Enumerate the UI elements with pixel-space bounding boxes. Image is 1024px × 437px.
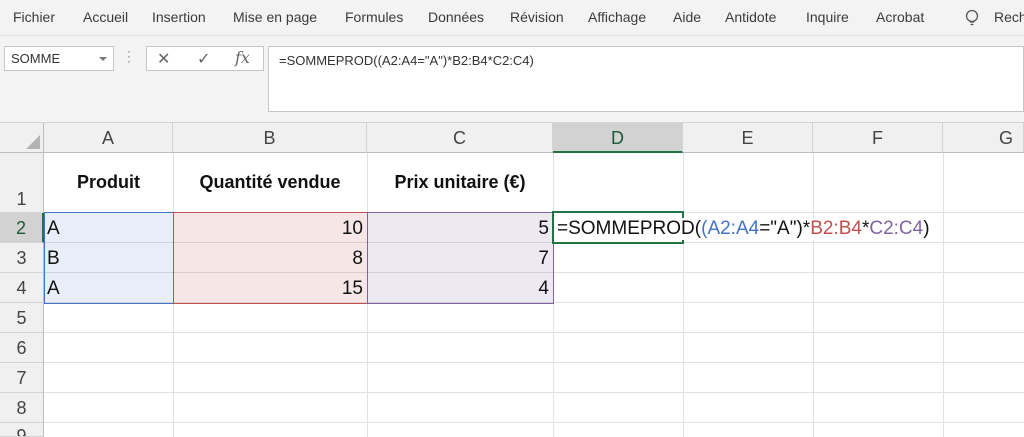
formula-text: =SOMMEPROD( xyxy=(557,218,702,239)
row-header-9[interactable]: 9 xyxy=(0,423,44,437)
gridline xyxy=(44,332,1024,333)
select-all-corner[interactable] xyxy=(0,123,44,153)
enter-check-icon[interactable]: ✓ xyxy=(197,49,210,69)
column-header-e[interactable]: E xyxy=(683,123,813,153)
formula-input[interactable]: =SOMMEPROD((A2:A4="A")*B2:B4*C2:C4) xyxy=(268,46,1024,112)
row-header-7[interactable]: 7 xyxy=(0,363,44,393)
tab-accueil[interactable]: Accueil xyxy=(83,9,128,25)
cell-c3[interactable]: 7 xyxy=(367,248,549,270)
gridline xyxy=(44,422,1024,423)
cell-b2[interactable]: 10 xyxy=(173,218,363,240)
name-box[interactable]: SOMME xyxy=(4,46,114,71)
tab-antidote[interactable]: Antidote xyxy=(725,9,776,25)
cell-c1[interactable]: Prix unitaire (€) xyxy=(367,172,553,193)
formula-ref-c: C2:C4 xyxy=(869,218,924,239)
tab-aide[interactable]: Aide xyxy=(673,9,701,25)
cell-b4[interactable]: 15 xyxy=(173,278,363,300)
search-box-label[interactable]: Rech xyxy=(994,9,1024,25)
name-box-value: SOMME xyxy=(11,51,61,66)
row-header-6[interactable]: 6 xyxy=(0,333,44,363)
gridline xyxy=(943,153,944,437)
formula-ref-a: A2:A4 xyxy=(707,218,760,239)
column-header-f[interactable]: F xyxy=(813,123,943,153)
cell-c2[interactable]: 5 xyxy=(367,218,549,240)
column-header-g[interactable]: G xyxy=(943,123,1024,153)
tab-revision[interactable]: Révision xyxy=(510,9,564,25)
row-header-8[interactable]: 8 xyxy=(0,393,44,423)
tab-affichage[interactable]: Affichage xyxy=(588,9,646,25)
cell-a3[interactable]: B xyxy=(47,248,60,270)
cancel-icon[interactable]: ✕ xyxy=(157,49,170,69)
cell-d2-edit-formula[interactable]: =SOMMEPROD((A2:A4="A")*B2:B4*C2:C4) xyxy=(557,218,936,240)
cell-a1[interactable]: Produit xyxy=(44,172,173,193)
column-header-c[interactable]: C xyxy=(367,123,553,153)
cell-c4[interactable]: 4 xyxy=(367,278,549,300)
column-header-a[interactable]: A xyxy=(44,123,173,153)
formula-buttons: ✕ ✓ fx xyxy=(146,46,264,71)
row-header-1[interactable]: 1 xyxy=(0,153,44,213)
tab-fichier[interactable]: Fichier xyxy=(13,9,55,25)
column-header-b[interactable]: B xyxy=(173,123,367,153)
ribbon-tabs-bar: Fichier Accueil Insertion Mise en page F… xyxy=(0,0,1024,36)
gridline xyxy=(683,153,684,437)
tab-inquire[interactable]: Inquire xyxy=(806,9,849,25)
cell-a4[interactable]: A xyxy=(47,278,60,300)
row-header-4[interactable]: 4 xyxy=(0,273,44,303)
range-highlight-a2-a4 xyxy=(44,212,174,304)
gridline xyxy=(44,392,1024,393)
gridline xyxy=(44,362,1024,363)
formula-text: ="A")* xyxy=(759,218,811,239)
formula-ref-b: B2:B4 xyxy=(810,218,862,239)
lightbulb-search-icon[interactable] xyxy=(962,8,982,28)
cell-b1[interactable]: Quantité vendue xyxy=(173,172,367,193)
tab-insertion[interactable]: Insertion xyxy=(152,9,206,25)
row-header-2[interactable]: 2 xyxy=(0,213,44,243)
insert-function-icon[interactable]: fx xyxy=(235,48,250,67)
select-all-triangle-icon xyxy=(26,135,40,149)
gridline xyxy=(813,153,814,437)
row-header-3[interactable]: 3 xyxy=(0,243,44,273)
column-header-d[interactable]: D xyxy=(553,123,683,153)
chevron-down-icon[interactable] xyxy=(99,57,107,61)
cell-b3[interactable]: 8 xyxy=(173,248,363,270)
tab-mise-en-page[interactable]: Mise en page xyxy=(233,9,317,25)
cell-a2[interactable]: A xyxy=(47,218,60,240)
tab-acrobat[interactable]: Acrobat xyxy=(876,9,924,25)
formula-text: ) xyxy=(923,218,930,239)
tab-donnees[interactable]: Données xyxy=(428,9,484,25)
vertical-dots-icon[interactable]: ⋮ xyxy=(122,48,136,70)
tab-formules[interactable]: Formules xyxy=(345,9,403,25)
row-header-5[interactable]: 5 xyxy=(0,303,44,333)
